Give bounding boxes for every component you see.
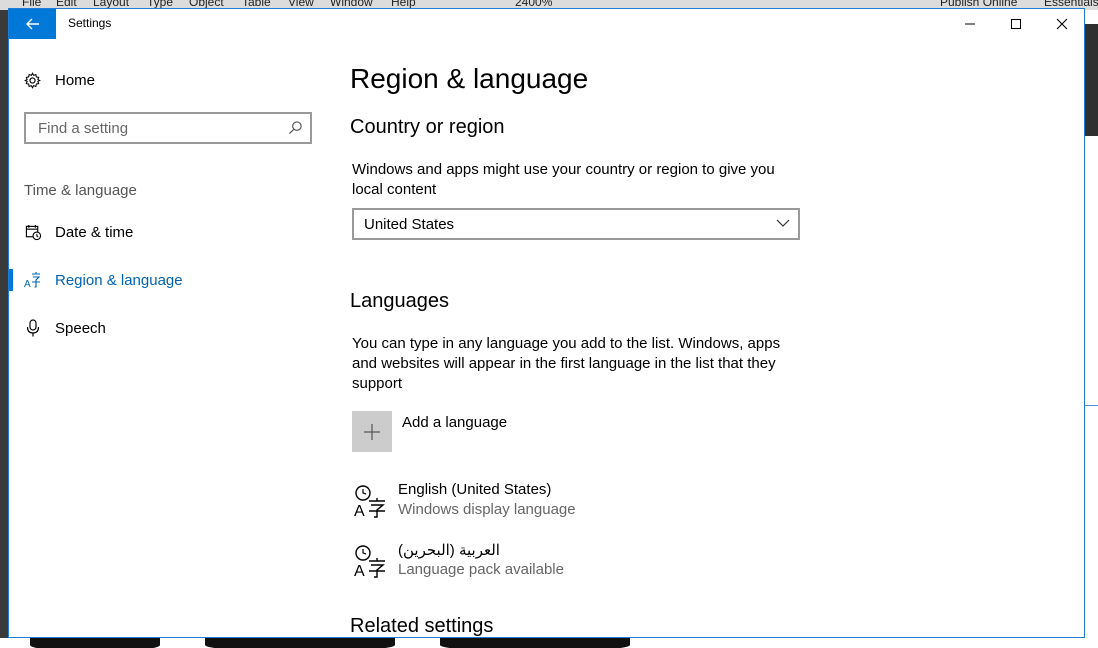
sidebar-item-label: Date & time (55, 223, 134, 241)
page-title: Region & language (350, 63, 589, 94)
minimize-button[interactable] (947, 9, 993, 39)
sidebar-item-date-time[interactable]: Date & time (9, 212, 329, 252)
window-title: Settings (68, 16, 112, 30)
settings-window: Settings Home Find a setting Time & lang… (8, 8, 1085, 638)
language-item[interactable]: A English (United States) Windows displa… (352, 481, 752, 525)
microphone-icon (24, 319, 42, 337)
language-name: العربية (البحرين) (398, 542, 500, 559)
search-field[interactable] (24, 112, 312, 144)
languages-heading: Languages (350, 290, 449, 312)
add-language-button[interactable]: Add a language (352, 411, 507, 452)
minimize-icon (965, 23, 975, 25)
sidebar-item-label: Region & language (55, 271, 183, 289)
language-icon: A (24, 271, 42, 289)
gear-icon (24, 71, 41, 89)
add-language-tile (352, 411, 392, 452)
sidebar: Home Time & language Date & time (9, 39, 329, 637)
search-icon (288, 121, 302, 135)
add-language-label: Add a language (402, 414, 508, 431)
back-button[interactable] (9, 9, 56, 39)
country-description: Windows and apps might use your country … (352, 161, 775, 198)
svg-text:A: A (354, 563, 365, 579)
country-dropdown[interactable]: United States (352, 208, 800, 240)
close-button[interactable] (1039, 9, 1084, 39)
title-bar: Settings (9, 9, 1084, 39)
calendar-clock-icon (24, 223, 42, 241)
related-settings-heading: Related settings (350, 615, 494, 637)
svg-text:A: A (24, 279, 31, 289)
active-indicator (9, 269, 13, 291)
sidebar-item-label: Speech (55, 319, 106, 337)
languages-description: You can type in any language you add to … (352, 335, 781, 392)
bg-document-bottom (0, 638, 1098, 648)
language-icon: A (354, 545, 385, 579)
language-item[interactable]: A العربية (البحرين) Language pack availa… (352, 541, 752, 585)
nav-home[interactable]: Home (24, 69, 95, 91)
svg-text:A: A (354, 503, 365, 519)
main-content: Region & language Country or region Wind… (350, 39, 1070, 637)
sidebar-item-region-language[interactable]: A Region & language (9, 260, 329, 300)
sidebar-item-speech[interactable]: Speech (9, 308, 329, 348)
arrow-left-icon (25, 18, 39, 30)
maximize-button[interactable] (993, 9, 1039, 39)
nav-home-label: Home (55, 71, 96, 89)
country-heading: Country or region (350, 116, 505, 138)
plus-icon (364, 423, 380, 440)
language-name: English (United States) (398, 481, 552, 498)
language-status: Language pack available (398, 561, 564, 578)
search-input[interactable] (36, 118, 280, 138)
bg-document-area (1085, 10, 1098, 648)
language-status: Windows display language (398, 501, 576, 518)
close-icon (1056, 18, 1068, 30)
language-icon: A (354, 485, 385, 519)
maximize-icon (1011, 19, 1021, 29)
chevron-down-icon (776, 219, 790, 227)
country-selected-value: United States (364, 215, 455, 233)
sidebar-section-label: Time & language (24, 182, 137, 199)
